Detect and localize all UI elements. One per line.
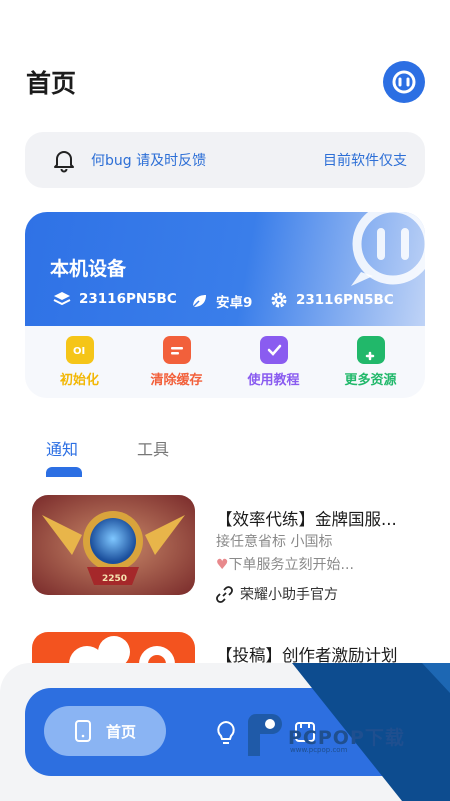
article-author[interactable]: 荣耀小助手官方	[216, 584, 338, 604]
watermark-subtext: www.pcpop.com	[290, 746, 348, 754]
article-description: ♥下单服务立刻开始...	[216, 557, 354, 573]
notice-version-text: 目前软件仅支	[323, 153, 407, 169]
device-card: 本机设备 23116PN5BC 安卓9 23116PN5BC OI 初始化 清除…	[25, 212, 425, 398]
article-thumbnail[interactable]: 2250	[32, 495, 195, 595]
init-icon: OI	[65, 336, 94, 364]
device-title: 本机设备	[50, 258, 127, 280]
heart-icon: ♥	[216, 557, 229, 573]
nav-home-button[interactable]: 首页	[44, 706, 166, 756]
logo-button[interactable]	[383, 61, 425, 103]
watermark-logo-icon	[248, 714, 282, 756]
svg-text:OI: OI	[73, 346, 85, 357]
notice-banner[interactable]: 何bug 请及时反馈 目前软件仅支	[25, 132, 425, 188]
spec-build: 23116PN5BC	[270, 291, 394, 309]
svg-text:2250: 2250	[102, 574, 127, 584]
leaf-icon	[190, 295, 206, 310]
action-more-resources[interactable]: 更多资源	[326, 336, 416, 398]
tab-tools[interactable]: 工具	[137, 436, 169, 460]
bell-icon	[54, 151, 74, 173]
home-icon	[74, 720, 91, 742]
page-title: 首页	[26, 69, 77, 98]
layers-icon	[53, 292, 71, 306]
action-init[interactable]: OI 初始化	[35, 336, 125, 398]
action-tutorial[interactable]: 使用教程	[229, 336, 319, 398]
spec-android: 安卓9	[190, 291, 252, 311]
gear-icon	[271, 292, 287, 308]
link-circle-icon	[392, 70, 416, 94]
notice-message: 何bug 请及时反馈	[91, 153, 207, 169]
tab-indicator	[46, 467, 82, 477]
clear-cache-icon	[162, 336, 191, 364]
tutorial-icon	[259, 336, 288, 364]
chat-bubble-icon	[351, 212, 425, 286]
action-clear-cache[interactable]: 清除缓存	[132, 336, 222, 398]
article-title[interactable]: 【效率代练】金牌国服...	[216, 506, 397, 530]
more-resources-icon	[356, 336, 385, 364]
tab-notifications[interactable]: 通知	[46, 436, 78, 460]
article-subtitle: 接任意省标 小国标	[216, 534, 333, 550]
link-icon	[216, 585, 233, 603]
rank-badge-image: 2250	[32, 495, 195, 595]
bulb-icon[interactable]	[215, 720, 237, 746]
device-actions: OI 初始化 清除缓存 使用教程 更多资源	[25, 326, 425, 398]
device-card-header: 本机设备 23116PN5BC 安卓9 23116PN5BC	[25, 212, 425, 326]
spec-model: 23116PN5BC	[53, 291, 177, 307]
